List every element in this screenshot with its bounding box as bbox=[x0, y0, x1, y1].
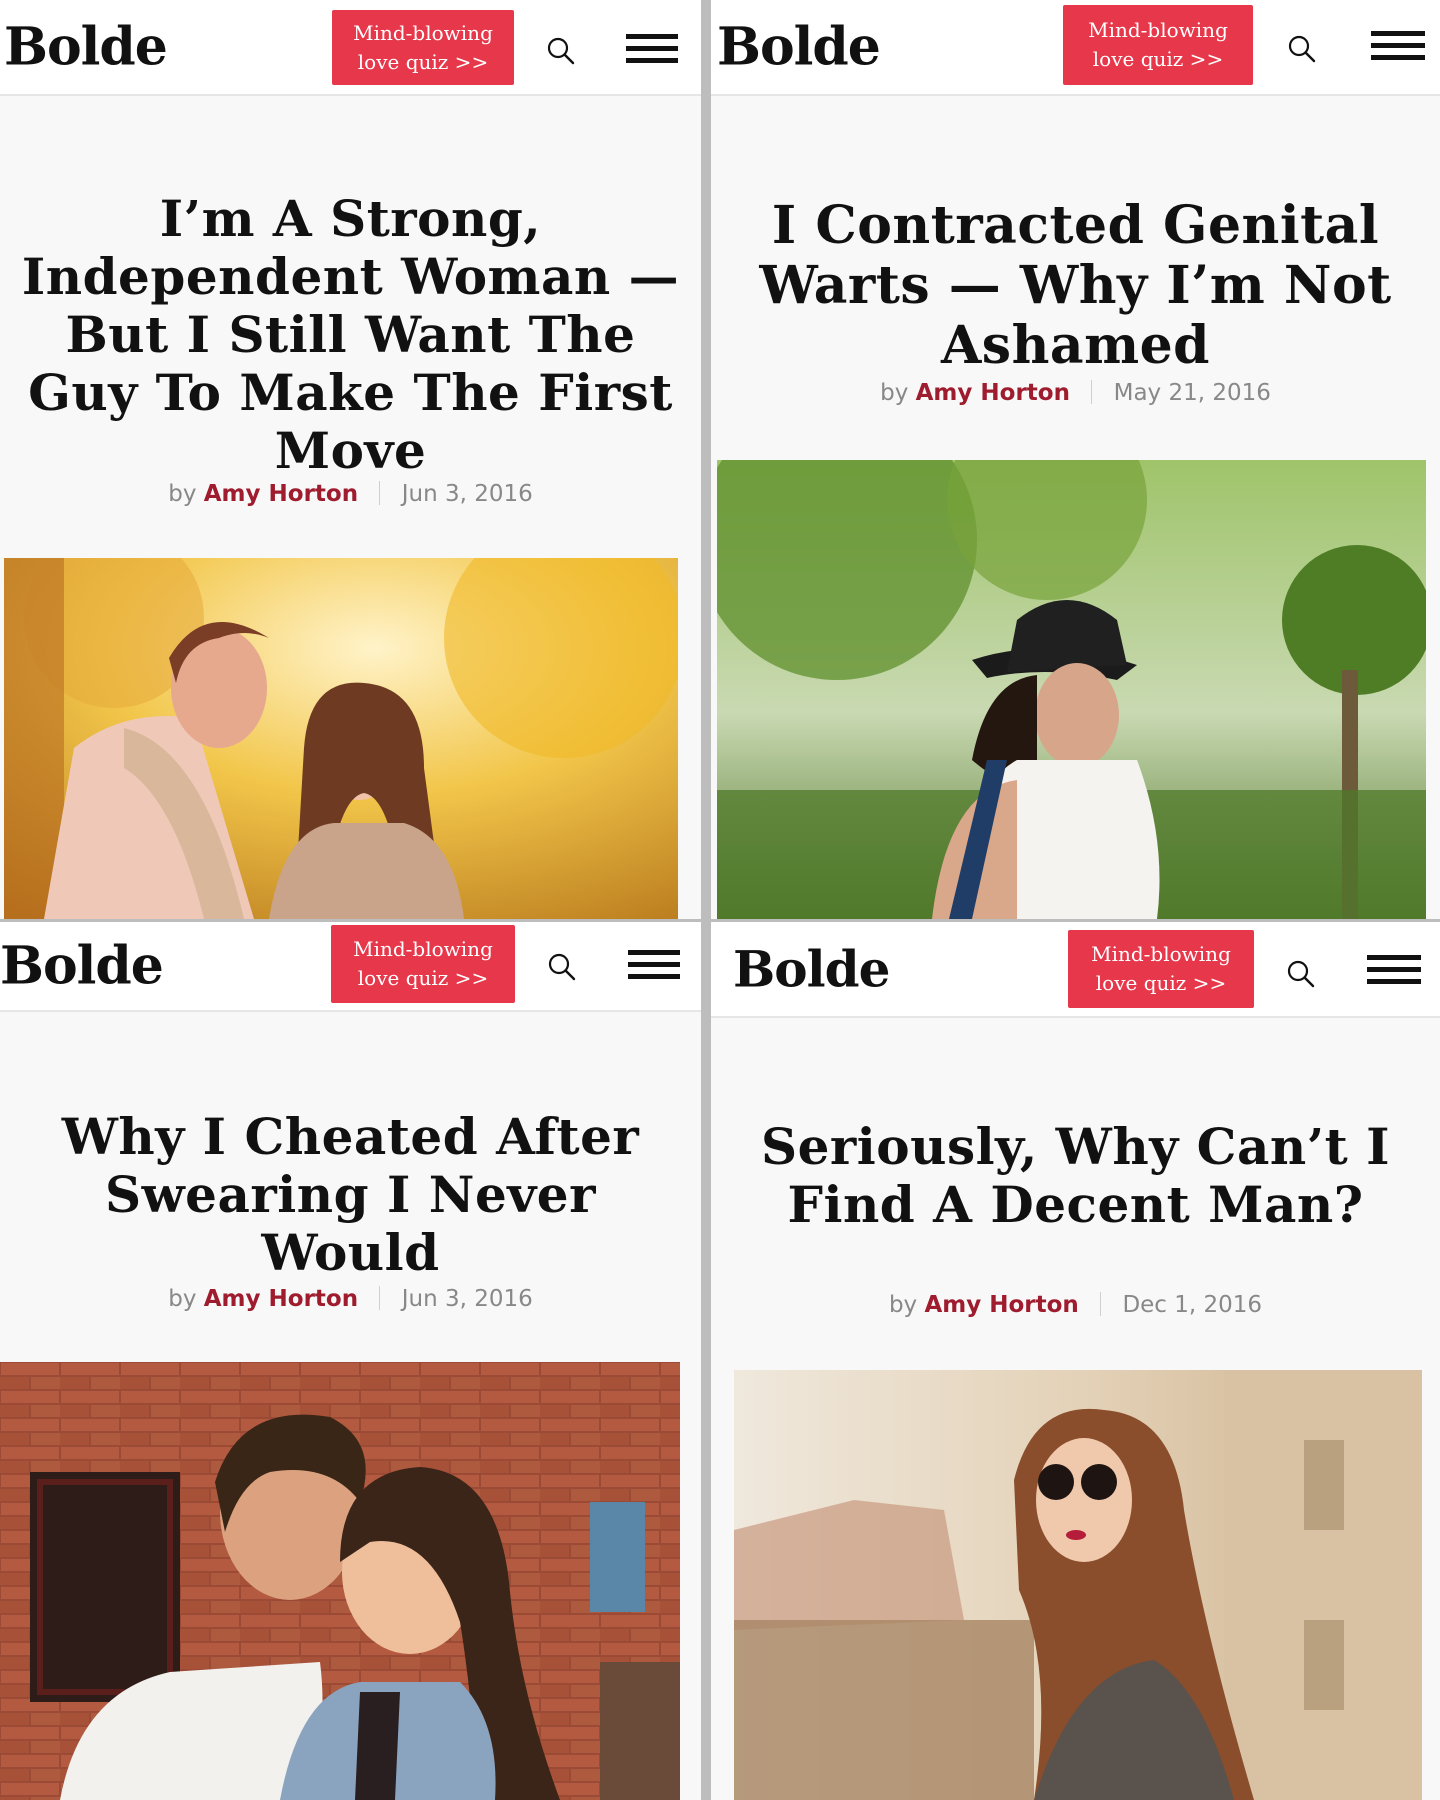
search-icon[interactable] bbox=[1286, 959, 1316, 989]
site-header: Bolde Mind-blowing love quiz >> bbox=[711, 0, 1440, 96]
site-header: Bolde Mind-blowing love quiz >> bbox=[0, 922, 701, 1012]
publish-date: May 21, 2016 bbox=[1113, 380, 1271, 406]
byline-divider bbox=[379, 481, 381, 505]
author-link[interactable]: Amy Horton bbox=[204, 481, 358, 507]
byline-prefix: by bbox=[168, 1286, 197, 1312]
publish-date: Jun 3, 2016 bbox=[401, 1286, 533, 1312]
author-link[interactable]: Amy Horton bbox=[916, 380, 1070, 406]
publish-date: Dec 1, 2016 bbox=[1122, 1292, 1263, 1318]
author-link[interactable]: Amy Horton bbox=[204, 1286, 358, 1312]
article-title[interactable]: Seriously, Why Can’t I Find A Decent Man… bbox=[711, 1118, 1440, 1234]
couple-autumn-photo[interactable] bbox=[4, 558, 678, 919]
hamburger-menu-icon[interactable] bbox=[1371, 31, 1425, 61]
hamburger-menu-icon[interactable] bbox=[626, 34, 678, 64]
woman-hat-photo[interactable] bbox=[717, 460, 1426, 919]
site-logo[interactable]: Bolde bbox=[4, 17, 168, 78]
hamburger-menu-icon[interactable] bbox=[628, 950, 680, 980]
author-link[interactable]: Amy Horton bbox=[924, 1292, 1078, 1318]
site-header: Bolde Mind-blowing love quiz >> bbox=[0, 0, 701, 96]
article-title[interactable]: Why I Cheated After Swearing I Never Wou… bbox=[0, 1108, 701, 1282]
site-header: Bolde Mind-blowing love quiz >> bbox=[711, 922, 1440, 1018]
article-screen-1: Bolde Mind-blowing love quiz >> I’m A St… bbox=[0, 0, 701, 919]
search-icon[interactable] bbox=[1287, 34, 1317, 64]
byline-divider bbox=[1100, 1292, 1102, 1316]
article-byline: by Amy Horton May 21, 2016 bbox=[711, 380, 1440, 406]
article-title[interactable]: I’m A Strong, Independent Woman — But I … bbox=[0, 190, 701, 480]
article-screen-3: Bolde Mind-blowing love quiz >> Why I Ch… bbox=[0, 922, 701, 1800]
article-byline: by Amy Horton Jun 3, 2016 bbox=[0, 481, 701, 507]
byline-divider bbox=[379, 1286, 381, 1310]
byline-divider bbox=[1091, 380, 1093, 404]
couple-brick-wall-photo[interactable] bbox=[0, 1362, 680, 1800]
site-logo[interactable]: Bolde bbox=[733, 940, 890, 999]
love-quiz-button[interactable]: Mind-blowing love quiz >> bbox=[331, 925, 515, 1003]
article-screen-2: Bolde Mind-blowing love quiz >> I Contra… bbox=[711, 0, 1440, 919]
woman-sunglasses-photo[interactable] bbox=[734, 1370, 1422, 1800]
hamburger-menu-icon[interactable] bbox=[1367, 955, 1421, 985]
site-logo[interactable]: Bolde bbox=[717, 17, 881, 78]
site-logo[interactable]: Bolde bbox=[0, 936, 164, 997]
byline-prefix: by bbox=[168, 481, 197, 507]
article-title[interactable]: I Contracted Genital Warts — Why I’m Not… bbox=[711, 196, 1440, 376]
love-quiz-button[interactable]: Mind-blowing love quiz >> bbox=[1068, 930, 1254, 1008]
love-quiz-button[interactable]: Mind-blowing love quiz >> bbox=[1063, 5, 1253, 85]
byline-prefix: by bbox=[888, 1292, 918, 1318]
article-screen-4: Bolde Mind-blowing love quiz >> Seriousl… bbox=[711, 922, 1440, 1800]
search-icon[interactable] bbox=[546, 36, 576, 66]
article-byline: by Amy Horton Jun 3, 2016 bbox=[0, 1286, 701, 1312]
article-byline: by Amy Horton Dec 1, 2016 bbox=[711, 1292, 1440, 1318]
byline-prefix: by bbox=[880, 380, 909, 406]
publish-date: Jun 3, 2016 bbox=[401, 481, 533, 507]
search-icon[interactable] bbox=[547, 952, 577, 982]
love-quiz-button[interactable]: Mind-blowing love quiz >> bbox=[332, 10, 514, 85]
